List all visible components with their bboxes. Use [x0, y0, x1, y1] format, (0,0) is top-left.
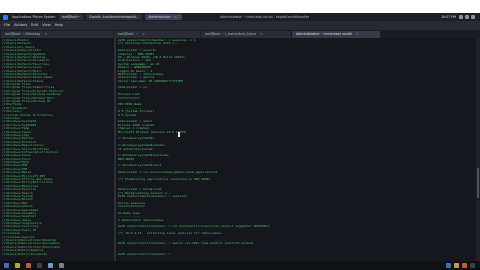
task-label: Exploit: /usr/share/metasploit...	[89, 15, 140, 19]
close-icon[interactable]: ✕	[356, 31, 359, 38]
tab-sysco[interactable]: kali@kali: ~/_home/kali_Sysco ✕	[201, 31, 291, 38]
terminal-icon[interactable]	[37, 263, 42, 268]
menu-edit[interactable]: Edit	[31, 21, 38, 30]
kali-menu-icon[interactable]	[3, 14, 8, 20]
terminal-line: /c/Users/Public/Documents	[2, 252, 48, 256]
close-icon[interactable]: ✕	[142, 31, 145, 38]
task-button-administrator[interactable]: Administrator: ~/...	[145, 14, 182, 20]
tab-label: kali@kali: ~/_home/kali_Sysco	[205, 32, 257, 36]
start-icon[interactable]	[4, 263, 9, 268]
terminal-output: /c/Users/Public/c/Users/Default/c/Users/…	[0, 38, 114, 256]
panel-clock[interactable]: 10:07 PM	[441, 13, 456, 21]
terminal-window: File Actions Edit View Help kali@kali: ~…	[0, 21, 480, 261]
close-icon[interactable]: ✕	[44, 31, 47, 38]
window-title: Administrator: ~/cmd.exe/.nuclei - explo…	[220, 15, 310, 19]
terminal-output: msf6 exploit(multi/handler) > sessions -…	[116, 38, 476, 256]
network-tray-icon[interactable]	[459, 15, 463, 19]
menu-view[interactable]: View	[42, 21, 51, 30]
bottom-taskbar	[0, 261, 480, 270]
volume-icon[interactable]	[454, 263, 459, 268]
power-tray-icon[interactable]	[471, 15, 475, 19]
editor-icon[interactable]	[48, 263, 53, 268]
top-panel: Applications Places System root@kali:~ E…	[0, 13, 480, 21]
scrollbar-thumb[interactable]	[477, 168, 479, 198]
close-icon[interactable]: ✕	[260, 31, 263, 38]
network-icon[interactable]	[446, 263, 451, 268]
panel-menu[interactable]: Applications Places System	[12, 13, 56, 21]
task-label: root@kali:~	[61, 15, 81, 19]
files-icon[interactable]	[15, 263, 20, 268]
system-tray	[446, 263, 478, 268]
battery-icon[interactable]	[462, 263, 467, 268]
tab-administrator[interactable]: Administrator: ~/cmd.exe/.nuclei ✕	[292, 31, 380, 38]
task-button-root[interactable]: root@kali:~	[58, 14, 84, 20]
terminal-menubar: File Actions Edit View Help	[0, 21, 480, 30]
left-terminal-pane[interactable]: /c/Users/Public/c/Users/Default/c/Users/…	[0, 38, 114, 261]
scrollbar[interactable]	[476, 38, 480, 261]
menu-actions[interactable]: Actions	[14, 21, 27, 30]
volume-tray-icon[interactable]	[465, 15, 469, 19]
right-terminal-pane[interactable]: msf6 exploit(multi/handler) > sessions -…	[116, 38, 476, 261]
tab-label: kali@kali: ~/Desktop	[5, 32, 41, 36]
tab-label: Administrator: ~/cmd.exe/.nuclei	[296, 32, 353, 36]
browser-icon[interactable]	[26, 263, 31, 268]
terminal-tabbar: kali@kali: ~/Desktop ✕ kali@kali: ~ ✕ kali…	[0, 30, 480, 38]
tab-desktop[interactable]: kali@kali: ~/Desktop ✕	[1, 31, 113, 38]
terminal-line: msf6 exploit(multi/handler) >	[118, 252, 171, 256]
mouse-cursor-icon	[178, 132, 180, 137]
settings-icon[interactable]	[59, 263, 64, 268]
task-button-exploit[interactable]: Exploit: /usr/share/metasploit...	[86, 14, 143, 20]
launcher-group	[4, 263, 70, 268]
desktop: Applications Places System root@kali:~ E…	[0, 0, 480, 270]
menu-file[interactable]: File	[4, 21, 10, 30]
tab-home[interactable]: kali@kali: ~ ✕	[114, 31, 200, 38]
notification-icon[interactable]	[470, 263, 475, 268]
task-label: Administrator: ~/...	[148, 15, 179, 19]
tab-label: kali@kali: ~	[118, 32, 139, 36]
menu-help[interactable]: Help	[55, 21, 63, 30]
